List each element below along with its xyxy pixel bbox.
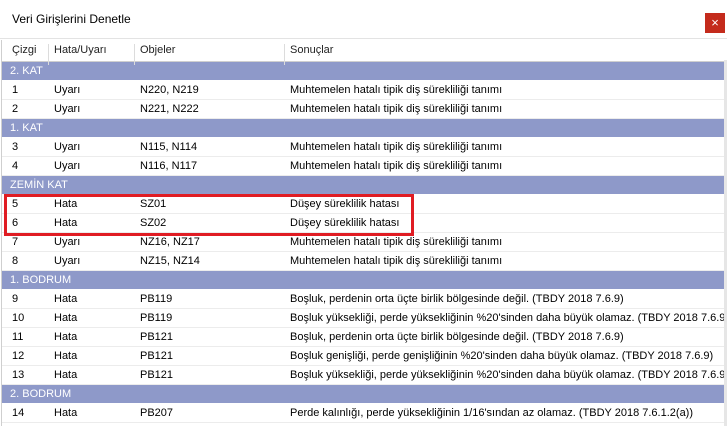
cell-objects: NZ15, NZ14 <box>140 255 200 267</box>
table-row[interactable]: 10 Hata PB119 Boşluk yüksekliği, perde yüks… <box>2 309 727 328</box>
cell-line: 13 <box>12 369 25 381</box>
table-row[interactable]: 7 Uyarı NZ16, NZ17 Muhtemelen hatalı tipik … <box>2 233 727 252</box>
cell-result: Boşluk, perdenin orta üçte birlik bölges… <box>290 331 624 343</box>
cell-result: Boşluk yüksekliği, perde yüksekliğinin %… <box>290 369 727 381</box>
cell-type: Hata <box>54 293 78 305</box>
cell-objects: N115, N114 <box>140 141 198 153</box>
title-bar: Veri Girişlerini Denetle × <box>0 0 727 39</box>
cell-result: Muhtemelen hatalı tipik diş sürekliliği … <box>290 236 503 248</box>
cell-line: 4 <box>12 160 19 172</box>
cell-objects: SZ02 <box>140 217 167 229</box>
cell-type: Uyarı <box>54 103 81 115</box>
cell-objects: PB121 <box>140 331 174 343</box>
table-row[interactable]: 11 Hata PB121 Boşluk, perdenin orta üçte bi… <box>2 328 727 347</box>
cell-objects: PB121 <box>140 369 174 381</box>
group-header[interactable]: ZEMİN KAT <box>2 176 727 195</box>
cell-line: 2 <box>12 103 19 115</box>
cell-line: 11 <box>12 331 24 343</box>
table-row[interactable]: 3 Uyarı N115, N114 Muhtemelen hatalı tipik … <box>2 138 727 157</box>
table-row[interactable]: 13 Hata PB121 Boşluk yüksekliği, perde yüks… <box>2 366 727 385</box>
table-row[interactable]: 4 Uyarı N116, N117 Muhtemelen hatalı tipik … <box>2 157 727 176</box>
group-header[interactable]: 2. KAT <box>2 62 727 81</box>
table-row[interactable]: 14 Hata PB207 Perde kalınlığı, perde yüksek… <box>2 404 727 423</box>
cell-type: Uyarı <box>54 236 81 248</box>
cell-result: Muhtemelen hatalı tipik diş sürekliliği … <box>290 84 503 96</box>
column-header-objects[interactable]: Objeler <box>140 44 175 56</box>
group-header[interactable]: 1. BODRUM <box>2 271 727 290</box>
grid-header: Çizgi Hata/Uyarı Objeler Sonuçlar <box>2 40 727 65</box>
table-row[interactable]: 5 Hata SZ01 Düşey süreklilik hatası <box>2 195 727 214</box>
cell-result: Muhtemelen hatalı tipik diş sürekliliği … <box>290 255 503 267</box>
cell-type: Hata <box>54 350 78 362</box>
table-row[interactable]: 12 Hata PB121 Boşluk genişliği, perde geniş… <box>2 347 727 366</box>
cell-objects: PB119 <box>140 293 173 305</box>
table-row[interactable]: 1 Uyarı N220, N219 Muhtemelen hatalı tipik … <box>2 81 727 100</box>
cell-result: Düşey süreklilik hatası <box>290 198 400 210</box>
column-divider[interactable] <box>134 44 135 65</box>
column-divider[interactable] <box>284 44 285 65</box>
cell-line: 14 <box>12 407 25 419</box>
cell-line: 7 <box>12 236 19 248</box>
grid-body: 2. KAT 1 Uyarı N220, N219 Muhtemelen hatalı … <box>2 62 727 423</box>
cell-type: Hata <box>54 407 78 419</box>
cell-objects: N221, N222 <box>140 103 199 115</box>
cell-objects: SZ01 <box>140 198 167 210</box>
cell-result: Muhtemelen hatalı tipik diş sürekliliği … <box>290 141 503 153</box>
table-row[interactable]: 9 Hata PB119 Boşluk, perdenin orta üçte bir… <box>2 290 727 309</box>
cell-line: 3 <box>12 141 19 153</box>
cell-line: 6 <box>12 217 19 229</box>
cell-objects: N116, N117 <box>140 160 198 172</box>
cell-objects: N220, N219 <box>140 84 199 96</box>
cell-result: Düşey süreklilik hatası <box>290 217 400 229</box>
column-header-results[interactable]: Sonuçlar <box>290 44 333 56</box>
column-header-type[interactable]: Hata/Uyarı <box>54 44 107 56</box>
cell-line: 9 <box>12 293 19 305</box>
cell-result: Muhtemelen hatalı tipik diş sürekliliği … <box>290 103 503 115</box>
cell-objects: PB119 <box>140 312 173 324</box>
cell-result: Perde kalınlığı, perde yüksekliğinin 1/1… <box>290 407 694 419</box>
cell-line: 1 <box>12 84 19 96</box>
table-row[interactable]: 8 Uyarı NZ15, NZ14 Muhtemelen hatalı tipik … <box>2 252 727 271</box>
close-button[interactable]: × <box>705 13 725 33</box>
cell-objects: PB121 <box>140 350 174 362</box>
cell-type: Uyarı <box>54 141 81 153</box>
cell-type: Hata <box>54 369 78 381</box>
column-divider[interactable] <box>48 44 49 65</box>
cell-line: 5 <box>12 198 19 210</box>
window-title: Veri Girişlerini Denetle <box>12 12 131 26</box>
table-row[interactable]: 2 Uyarı N221, N222 Muhtemelen hatalı tipik … <box>2 100 727 119</box>
cell-result: Boşluk genişliği, perde genişliğinin %20… <box>290 350 714 362</box>
cell-line: 8 <box>12 255 19 267</box>
group-header[interactable]: 1. KAT <box>2 119 727 138</box>
cell-result: Boşluk, perdenin orta üçte birlik bölges… <box>290 293 624 305</box>
cell-type: Hata <box>54 198 78 210</box>
cell-type: Hata <box>54 217 78 229</box>
cell-objects: PB207 <box>140 407 174 419</box>
cell-type: Hata <box>54 312 78 324</box>
cell-type: Uyarı <box>54 160 81 172</box>
close-icon: × <box>711 15 719 30</box>
cell-line: 12 <box>12 350 25 362</box>
cell-type: Uyarı <box>54 255 81 267</box>
column-header-line[interactable]: Çizgi <box>12 44 36 56</box>
cell-objects: NZ16, NZ17 <box>140 236 200 248</box>
group-header[interactable]: 2. BODRUM <box>2 385 727 404</box>
cell-type: Hata <box>54 331 78 343</box>
results-grid: Çizgi Hata/Uyarı Objeler Sonuçlar 2. KAT… <box>1 40 727 426</box>
cell-type: Uyarı <box>54 84 81 96</box>
cell-result: Boşluk yüksekliği, perde yüksekliğinin %… <box>290 312 727 324</box>
table-row[interactable]: 6 Hata SZ02 Düşey süreklilik hatası <box>2 214 727 233</box>
cell-line: 10 <box>12 312 25 324</box>
cell-result: Muhtemelen hatalı tipik diş sürekliliği … <box>290 160 503 172</box>
